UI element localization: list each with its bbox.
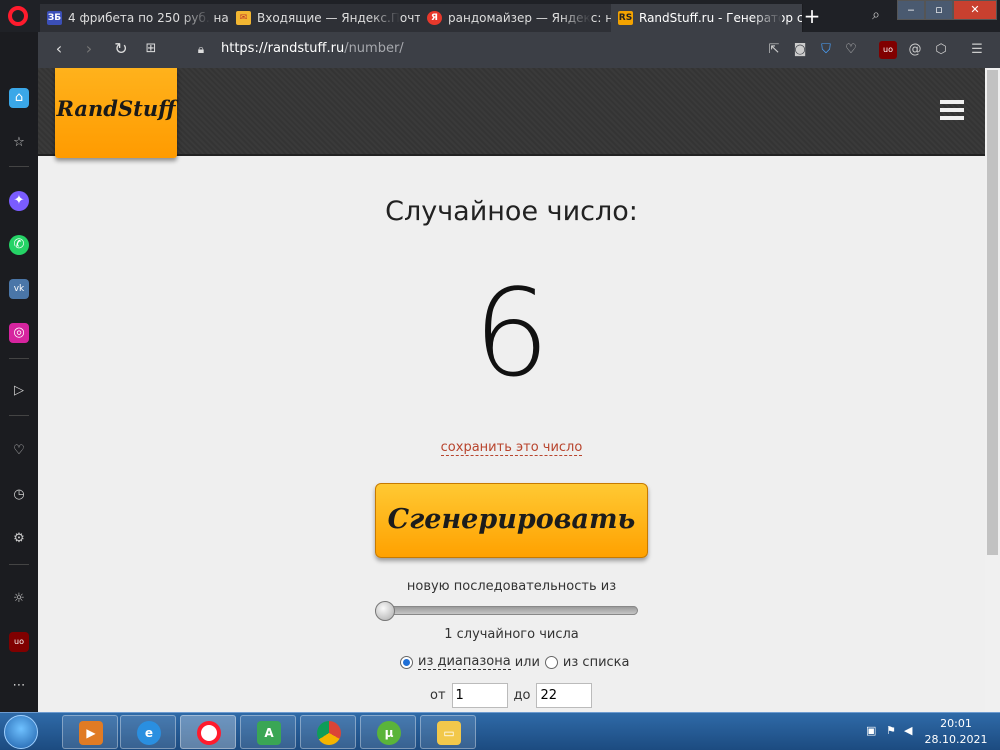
windows-taskbar: ▶ e A µ ▭ ▣ ⚑ ◀ 20:01 28.10.2021 <box>0 712 1000 750</box>
radio-range-label[interactable]: из диапазона <box>418 654 511 670</box>
logo-text: RandStuff <box>56 96 176 121</box>
star-icon[interactable]: ☆ <box>9 133 29 153</box>
tab-2[interactable]: ✉ Входящие — Яндекс.Почт <box>229 4 421 32</box>
easy-setup-icon[interactable]: ☰ <box>968 41 986 59</box>
hamburger-menu-icon[interactable] <box>940 100 964 120</box>
taskbar-utorrent[interactable]: µ <box>360 715 416 749</box>
reload-icon[interactable]: ↻ <box>110 32 132 68</box>
range-inputs: от до <box>430 683 598 708</box>
cube-icon[interactable]: ⬡ <box>932 41 950 59</box>
random-number: 6 <box>473 265 550 404</box>
home-icon[interactable]: ⌂ <box>9 88 29 108</box>
taskbar-acrobat[interactable]: A <box>240 715 296 749</box>
ublock-icon[interactable]: uo <box>9 632 29 652</box>
tab-1[interactable]: ЗБ 4 фрибета по 250 руб. на <box>40 4 232 32</box>
heart-icon[interactable]: ♡ <box>9 441 29 461</box>
radio-range[interactable] <box>400 655 413 669</box>
share-icon[interactable]: ⇱ <box>765 41 783 59</box>
url-field[interactable]: https://randstuff.ru/number/ <box>221 41 404 56</box>
tab-3[interactable]: Я рандомайзер — Яндекс: н <box>420 4 612 32</box>
back-icon[interactable]: ‹ <box>48 32 70 68</box>
instagram-icon[interactable]: ◎ <box>9 323 29 343</box>
internet-explorer-icon: e <box>137 721 161 745</box>
forward-icon[interactable]: › <box>78 32 100 68</box>
taskbar-media-player[interactable]: ▶ <box>62 715 118 749</box>
url-host: https://randstuff.ru <box>221 41 345 56</box>
new-tab-button[interactable]: + <box>800 4 824 28</box>
reader-icon: A <box>257 721 281 745</box>
web-page: RandStuff Случайное число: 6 сохранить э… <box>38 68 985 712</box>
opera-sidebar: ⌂ ☆ ✦ ✆ vk ◎ ▷ ♡ ◷ ⚙ ☼ uo ⋯ <box>0 32 38 712</box>
count-slider-track[interactable] <box>375 606 638 615</box>
taskbar-internet-explorer[interactable]: e <box>120 715 176 749</box>
tab-4-active[interactable]: RS RandStuff.ru - Генератор с <box>611 4 803 32</box>
vk-icon[interactable]: vk <box>9 279 29 299</box>
maximize-icon[interactable]: ▫ <box>925 0 953 20</box>
mail-favicon-icon: ✉ <box>236 11 251 25</box>
history-icon[interactable]: ◷ <box>9 485 29 505</box>
utorrent-icon: µ <box>377 721 401 745</box>
taskbar-chrome[interactable] <box>300 715 356 749</box>
network-icon[interactable]: ▣ <box>866 724 876 737</box>
tabs-grid-icon[interactable]: ⊞ <box>140 32 162 68</box>
site-header: RandStuff <box>38 68 985 158</box>
yandex-favicon-icon: Я <box>427 11 442 25</box>
clock-date: 28.10.2021 <box>924 733 988 746</box>
page-title: Случайное число: <box>385 196 638 227</box>
messenger-icon[interactable]: ✦ <box>9 191 29 211</box>
search-tabs-icon[interactable]: ⌕ <box>866 0 886 32</box>
camera-icon[interactable]: ◙ <box>791 41 809 59</box>
count-slider-handle[interactable] <box>375 601 395 621</box>
settings-gear-icon[interactable]: ⚙ <box>9 529 29 549</box>
radio-list-label[interactable]: из списка <box>563 655 630 670</box>
generate-button[interactable]: Сгенерировать <box>375 483 648 558</box>
opera-menu-icon[interactable] <box>8 6 28 26</box>
bookmark-heart-icon[interactable]: ♡ <box>842 41 860 59</box>
to-label: до <box>513 688 531 703</box>
minimize-icon[interactable]: ‒ <box>897 0 925 20</box>
extension-swirl-icon[interactable]: @ <box>906 41 924 59</box>
media-player-icon: ▶ <box>79 721 103 745</box>
whatsapp-icon[interactable]: ✆ <box>9 235 29 255</box>
folder-icon: ▭ <box>437 721 461 745</box>
randstuff-favicon-icon: RS <box>618 11 633 25</box>
sequence-label: новую последовательность из <box>406 579 617 594</box>
clock[interactable]: 20:01 28.10.2021 <box>916 716 996 748</box>
lightbulb-icon[interactable]: ☼ <box>9 589 29 609</box>
radio-or-text: или <box>514 654 540 670</box>
lock-icon: 🔒︎ <box>197 42 205 56</box>
taskbar-opera[interactable] <box>180 715 236 749</box>
chrome-icon <box>317 721 341 745</box>
save-number-link-text[interactable]: сохранить это число <box>440 440 583 456</box>
more-icon[interactable]: ⋯ <box>9 676 29 696</box>
ublock-extension-icon[interactable]: uo <box>879 41 897 59</box>
flag-icon[interactable]: ⚑ <box>886 724 896 737</box>
clock-time: 20:01 <box>940 717 972 730</box>
close-window-icon[interactable]: ✕ <box>953 0 997 20</box>
site-logo[interactable]: RandStuff <box>55 68 177 158</box>
tab-strip: ЗБ 4 фрибета по 250 руб. на ✉ Входящие —… <box>0 0 1000 32</box>
from-label: от <box>430 688 446 703</box>
player-icon[interactable]: ▷ <box>9 381 29 401</box>
count-label: 1 случайного числа <box>444 627 579 642</box>
from-input[interactable] <box>451 683 508 708</box>
scrollbar-thumb[interactable] <box>987 70 998 555</box>
address-bar: ‹ › ↻ ⊞ 🔒︎ https://randstuff.ru/number/ … <box>38 32 1000 68</box>
radio-list[interactable] <box>544 655 558 669</box>
url-path: /number/ <box>344 41 404 56</box>
save-number-link: сохранить это число <box>38 440 985 456</box>
to-input[interactable] <box>536 683 593 708</box>
taskbar-explorer[interactable]: ▭ <box>420 715 476 749</box>
source-radio-group: из диапазона или из списка <box>400 654 629 670</box>
start-button-icon[interactable] <box>4 715 38 749</box>
volume-icon[interactable]: ◀ <box>904 724 912 737</box>
tab-favicon-icon: ЗБ <box>47 11 62 25</box>
opera-icon <box>197 721 221 745</box>
shield-icon[interactable]: ⛉ <box>817 41 835 59</box>
window-controls: ‒ ▫ ✕ <box>897 0 997 20</box>
